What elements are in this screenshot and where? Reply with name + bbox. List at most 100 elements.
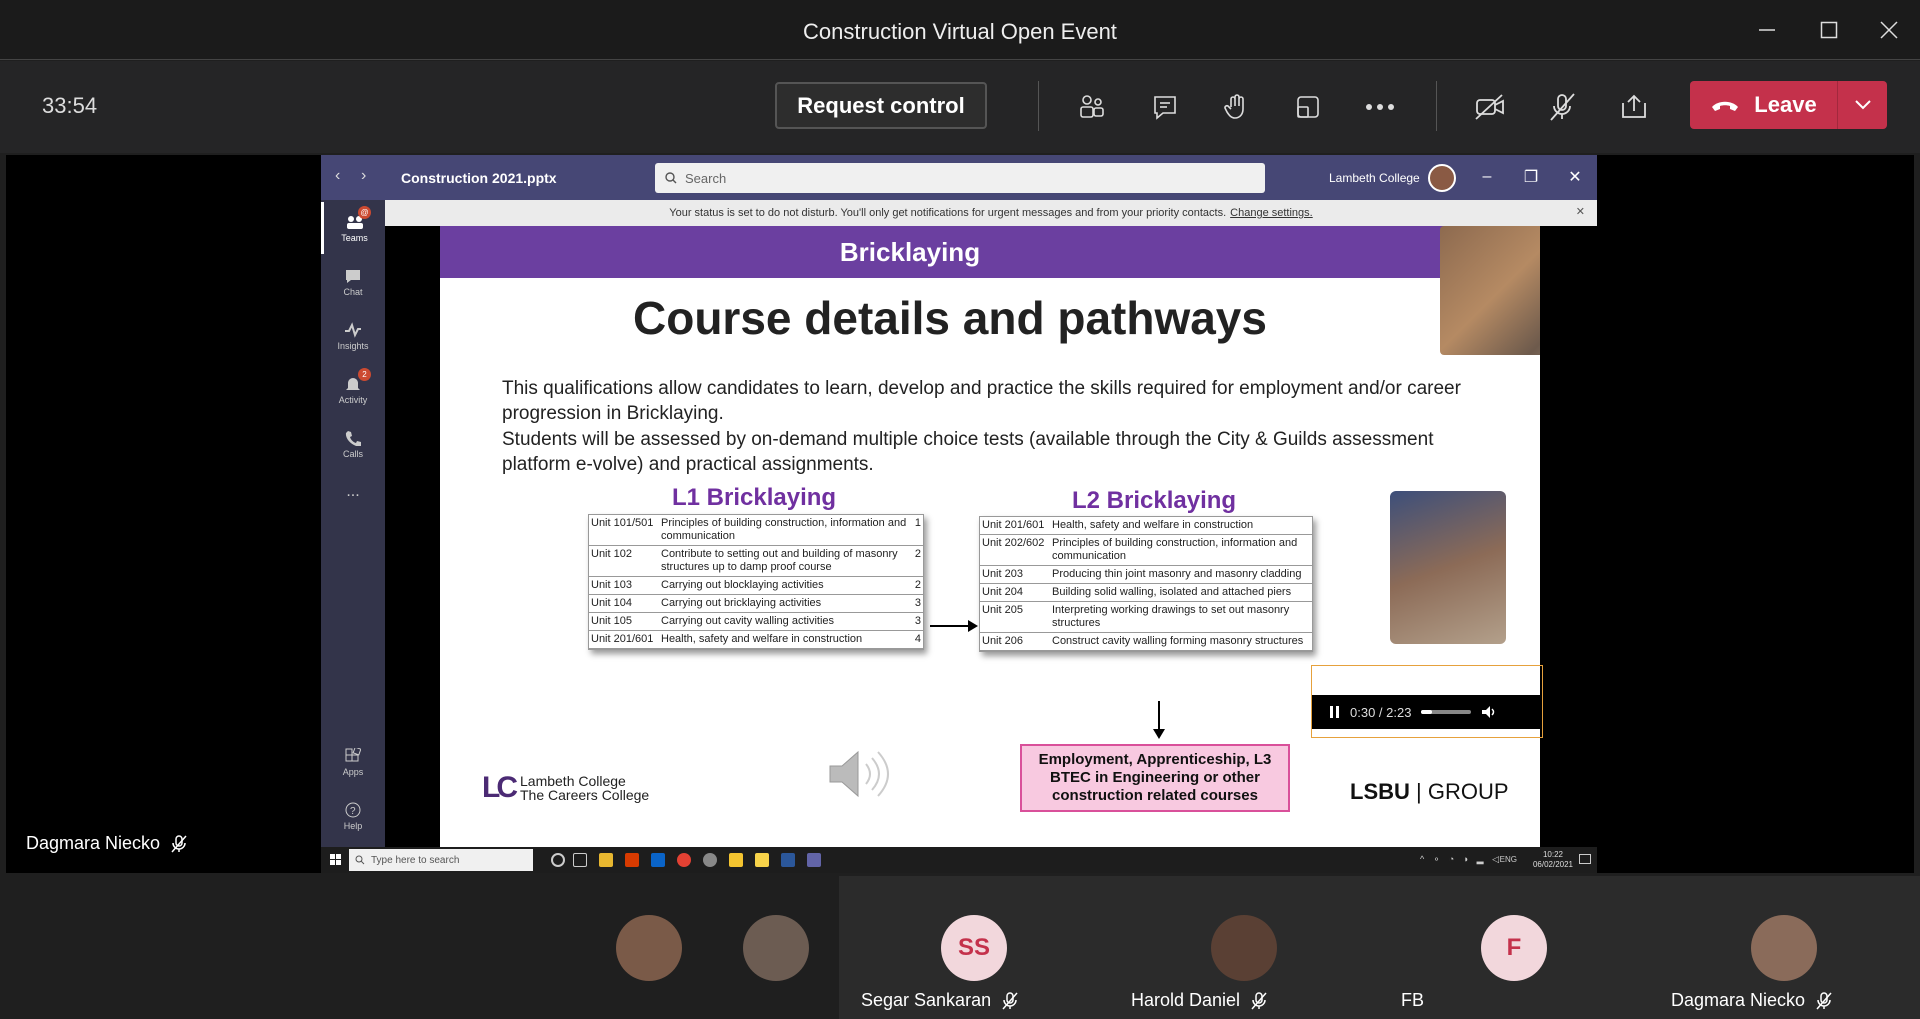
rail-label: Apps — [342, 766, 364, 777]
shared-search-box: Search — [655, 163, 1265, 193]
unit-description: Principles of building construction, inf… — [1052, 537, 1298, 562]
rail-label: Calls — [342, 448, 363, 459]
media-progress-fill — [1421, 710, 1433, 714]
unit-row: Unit 101/501 Principles of building const… — [589, 515, 923, 546]
dnd-notice-text: Your status is set to do not disturb. Yo… — [669, 207, 1227, 219]
unit-description: Carrying out blocklaying activities — [661, 579, 824, 591]
unit-code: Unit 102 — [591, 548, 632, 560]
participant-tile[interactable]: Dagmara Niecko — [1649, 876, 1920, 1019]
media-time: 0:30 / 2:23 — [1350, 704, 1412, 720]
office-icon — [625, 853, 639, 867]
l1-title: L1 Bricklaying — [672, 484, 837, 511]
notifications-icon — [1579, 854, 1591, 864]
leave-options-chevron-icon[interactable] — [1837, 81, 1887, 129]
leave-main[interactable]: Leave — [1690, 81, 1837, 129]
participant-avatar[interactable] — [616, 915, 682, 981]
task-view-icon — [573, 853, 587, 867]
taskbar-clock: 10:22 06/02/2021 — [1533, 850, 1573, 870]
participant-tile[interactable]: SS Segar Sankaran — [839, 876, 1109, 1019]
rail-more-icon: ... — [346, 483, 360, 500]
cortana-icon — [551, 853, 565, 867]
volume-icon — [1482, 706, 1495, 718]
unit-credit: 4 — [914, 633, 921, 645]
participants-icon[interactable] — [1070, 85, 1114, 129]
teams-taskbar-icon — [807, 853, 821, 867]
lsbu-group-logo: LSBU | GROUP — [1350, 779, 1509, 805]
toolbar-divider — [1038, 81, 1039, 131]
lc-tagline: The Careers College — [520, 787, 650, 803]
unit-description: Contribute to setting out and building o… — [661, 548, 898, 573]
mention-badge: @ — [358, 206, 371, 219]
unit-description: Principles of building construction, inf… — [661, 517, 907, 542]
rail-item-teams: Teams @ — [321, 202, 385, 254]
taskbar-search-icon — [355, 855, 365, 865]
toolbar-divider — [1436, 81, 1437, 131]
unit-code: Unit 105 — [591, 615, 632, 627]
l2-units-table: Unit 201/601 Health, safety and welfare i… — [979, 516, 1313, 652]
activity-badge: 2 — [358, 368, 371, 381]
close-icon[interactable] — [1868, 10, 1910, 50]
unit-row: Unit 203 Producing thin joint masonry and… — [980, 566, 1312, 584]
camera-off-icon[interactable] — [1468, 85, 1512, 129]
muted-mic-icon — [1251, 991, 1267, 1009]
more-options-icon[interactable] — [1358, 85, 1402, 129]
unit-code: Unit 204 — [982, 586, 1023, 598]
language-indicator: ENG — [1499, 855, 1517, 864]
progression-outcome-box: Employment, Apprenticeship, L3 BTEC in E… — [1020, 744, 1290, 812]
audio-player-controls: 0:30 / 2:23 — [1312, 695, 1542, 729]
shared-search-placeholder: Search — [685, 170, 727, 186]
participant-avatar: F — [1481, 915, 1547, 981]
leave-button[interactable]: Leave — [1690, 81, 1887, 129]
chat-icon[interactable] — [1143, 85, 1187, 129]
unit-description: Producing thin joint masonry and masonry… — [1052, 568, 1302, 580]
participant-avatar — [1751, 915, 1817, 981]
participant-name: Segar Sankaran — [861, 990, 992, 1010]
participant-tile[interactable]: F FB — [1379, 876, 1649, 1019]
participant-avatar[interactable] — [743, 915, 809, 981]
shared-minimize-icon: – — [1482, 168, 1492, 185]
unit-description: Interpreting working drawings to set out… — [1052, 604, 1290, 629]
taskbar-search: Type here to search — [349, 849, 533, 871]
request-control-button[interactable]: Request control — [775, 82, 987, 129]
rail-item-insights: Insights — [321, 310, 385, 362]
insights-icon — [345, 321, 361, 338]
raise-hand-icon[interactable] — [1214, 85, 1258, 129]
unit-credit: 1 — [914, 517, 921, 529]
rail-item-apps: Apps — [321, 736, 385, 788]
unit-row: Unit 201/601 Health, safety and welfare i… — [589, 631, 923, 649]
presentation-slide: Bricklaying Course details and pathways … — [440, 226, 1540, 847]
share-screen-icon[interactable] — [1612, 85, 1656, 129]
focus-view-icon[interactable] — [1286, 85, 1330, 129]
lc-mark-icon: LC — [482, 771, 518, 804]
lc-name: Lambeth College — [520, 773, 626, 789]
user-avatar — [1428, 164, 1456, 192]
microphone-off-icon[interactable] — [1540, 85, 1584, 129]
maximize-icon[interactable] — [1808, 10, 1850, 50]
slide-paragraph-2: Students will be assessed by on-demand m… — [502, 429, 1434, 475]
minimize-icon[interactable] — [1746, 10, 1788, 50]
participant-name: Dagmara Niecko — [1671, 990, 1806, 1010]
unit-description: Health, safety and welfare in constructi… — [1052, 519, 1254, 531]
unit-code: Unit 201/601 — [982, 519, 1045, 531]
rail-item-chat: Chat — [321, 256, 385, 308]
unit-code: Unit 203 — [982, 568, 1023, 580]
unit-code: Unit 206 — [982, 635, 1023, 647]
shared-screen-content: ‹ › Construction 2021.pptx Search Lambet… — [321, 155, 1597, 873]
rail-label: Insights — [337, 340, 369, 351]
participant-name: Harold Daniel — [1131, 990, 1241, 1010]
unit-code: Unit 104 — [591, 597, 632, 609]
presenter-label: Dagmara Niecko — [26, 833, 188, 854]
participant-tile[interactable]: Harold Daniel — [1109, 876, 1379, 1019]
unit-description: Carrying out cavity walling activities — [661, 615, 835, 627]
shared-file-name: Construction 2021.pptx — [401, 170, 557, 186]
title-bar: Construction Virtual Open Event — [0, 0, 1920, 60]
unit-credit: 2 — [914, 579, 921, 591]
rail-item-activity: Activity 2 — [321, 364, 385, 416]
unit-row: Unit 205 Interpreting working drawings to… — [980, 602, 1312, 633]
help-icon: ? — [345, 802, 361, 817]
unit-row: Unit 201/601 Health, safety and welfare i… — [980, 517, 1312, 535]
participant-name-label: FB — [1401, 990, 1424, 1011]
l2-title: L2 Bricklaying — [1072, 487, 1237, 514]
org-name: Lambeth College — [1329, 171, 1420, 185]
search-icon — [665, 172, 677, 184]
